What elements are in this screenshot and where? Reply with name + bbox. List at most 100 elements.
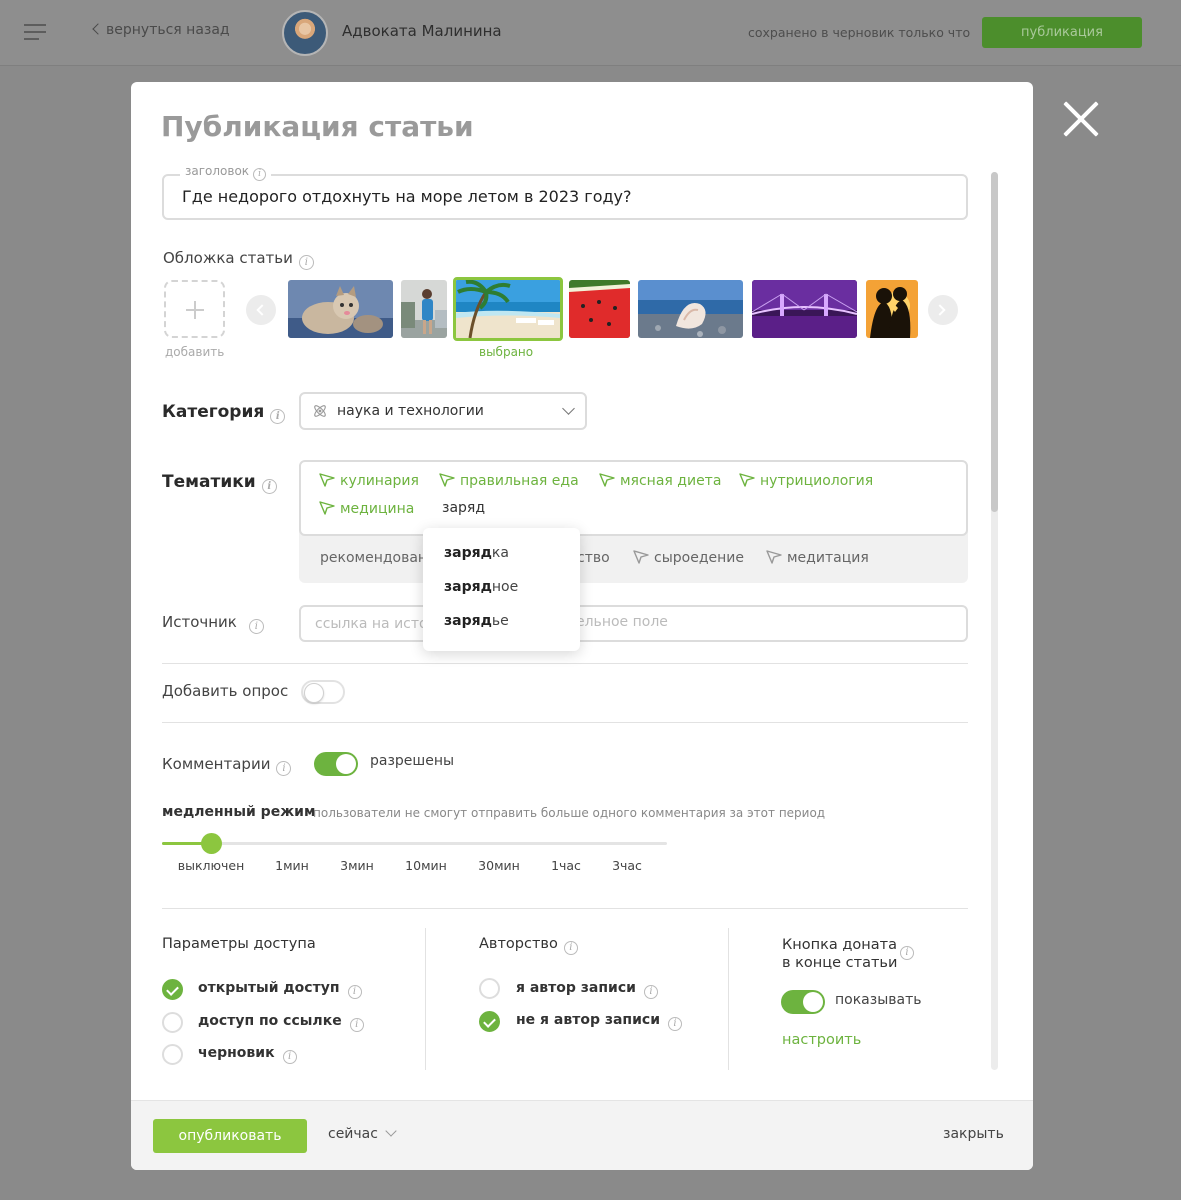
title-field[interactable]: заголовок i bbox=[162, 164, 968, 220]
tag-arrow-icon bbox=[319, 501, 335, 515]
info-icon[interactable]: i bbox=[261, 479, 277, 494]
suggestion-option[interactable]: зарядка bbox=[444, 545, 509, 561]
cover-thumb-cat[interactable] bbox=[288, 280, 393, 338]
back-link[interactable]: вернуться назад bbox=[92, 22, 230, 38]
info-icon[interactable]: i bbox=[643, 985, 658, 999]
info-icon[interactable]: i bbox=[668, 1017, 683, 1031]
topic-tag[interactable]: кулинария bbox=[319, 473, 419, 489]
recommended-topic-label: сыроедение bbox=[654, 550, 744, 566]
info-icon[interactable]: i bbox=[298, 255, 314, 270]
topic-tag[interactable]: мясная диета bbox=[599, 473, 721, 489]
publish-button[interactable]: опубликовать bbox=[153, 1119, 307, 1153]
comments-toggle[interactable] bbox=[314, 752, 358, 776]
topics-text-input[interactable] bbox=[442, 500, 642, 516]
poll-toggle[interactable] bbox=[301, 680, 345, 704]
recommended-topics: рекомендован ство сыроедение медитация bbox=[299, 530, 968, 583]
carousel-prev-button[interactable] bbox=[246, 295, 276, 325]
recommended-topic[interactable]: медитация bbox=[766, 550, 869, 566]
info-icon[interactable]: i bbox=[253, 168, 267, 181]
authorship-option[interactable]: я автор записи i bbox=[516, 980, 658, 999]
donate-state: показывать bbox=[835, 992, 922, 1008]
suggestion-rest: ное bbox=[491, 579, 519, 595]
suggestion-option[interactable]: зарядное bbox=[444, 579, 518, 595]
access-option[interactable]: доступ по ссылке i bbox=[198, 1013, 364, 1032]
slow-mode-option[interactable]: 10мин bbox=[405, 858, 447, 873]
recommended-topic[interactable]: ство bbox=[577, 550, 610, 566]
back-link-label: вернуться назад bbox=[106, 22, 230, 38]
source-label-text: Источник bbox=[162, 613, 237, 631]
recommended-topic[interactable]: сыроедение bbox=[633, 550, 744, 566]
access-radio-link[interactable] bbox=[162, 1012, 183, 1033]
info-icon[interactable]: i bbox=[282, 1050, 297, 1064]
suggestion-rest: ье bbox=[491, 613, 509, 629]
authorship-radio-me[interactable] bbox=[479, 978, 500, 999]
slow-mode-slider[interactable] bbox=[162, 833, 667, 854]
recommended-label: рекомендован bbox=[320, 550, 428, 566]
avatar[interactable] bbox=[282, 10, 328, 56]
access-option[interactable]: черновик i bbox=[198, 1045, 297, 1064]
slider-thumb[interactable] bbox=[201, 833, 222, 854]
slow-mode-option[interactable]: 1мин bbox=[275, 858, 309, 873]
info-icon[interactable]: i bbox=[900, 946, 914, 960]
close-link[interactable]: закрыть bbox=[943, 1126, 1004, 1142]
slow-mode-option[interactable]: 1час bbox=[551, 858, 581, 873]
tag-arrow-icon bbox=[319, 473, 335, 487]
topic-tag[interactable]: медицина bbox=[319, 501, 414, 517]
info-icon[interactable]: i bbox=[563, 941, 578, 955]
cover-thumb-watermelon[interactable] bbox=[569, 280, 630, 338]
tag-arrow-icon bbox=[739, 473, 755, 487]
donate-toggle[interactable] bbox=[781, 990, 825, 1014]
authorship-radio-not-me[interactable] bbox=[479, 1011, 500, 1032]
top-publish-button[interactable]: публикация bbox=[982, 17, 1142, 48]
info-icon[interactable]: i bbox=[276, 761, 292, 776]
slow-mode-option[interactable]: выключен bbox=[178, 858, 245, 873]
category-select[interactable]: наука и технологии bbox=[299, 392, 587, 430]
publish-time-select[interactable]: сейчас bbox=[328, 1125, 397, 1142]
title-input[interactable] bbox=[182, 187, 942, 206]
info-icon[interactable]: i bbox=[347, 985, 362, 999]
access-radio-open[interactable] bbox=[162, 979, 183, 1000]
publish-time-value: сейчас bbox=[328, 1126, 378, 1142]
tag-arrow-icon bbox=[439, 473, 455, 487]
topic-tag-label: правильная еда bbox=[460, 473, 579, 489]
cover-thumb-seashell[interactable] bbox=[638, 280, 743, 338]
menu-icon[interactable] bbox=[24, 24, 46, 42]
slow-mode-option[interactable]: 3мин bbox=[340, 858, 374, 873]
info-icon[interactable]: i bbox=[270, 409, 286, 424]
topic-tag[interactable]: правильная еда bbox=[439, 473, 579, 489]
add-cover-button[interactable] bbox=[164, 280, 225, 338]
carousel-next-button[interactable] bbox=[928, 295, 958, 325]
cover-thumb-couple[interactable] bbox=[866, 280, 918, 338]
access-radio-draft[interactable] bbox=[162, 1044, 183, 1065]
slow-mode-option[interactable]: 3час bbox=[612, 858, 642, 873]
access-option-label: доступ по ссылке bbox=[198, 1013, 342, 1029]
chevron-left-icon bbox=[92, 23, 104, 35]
toggle-knob bbox=[803, 992, 823, 1012]
atom-icon bbox=[314, 405, 326, 417]
divider bbox=[162, 908, 968, 909]
close-modal-icon[interactable] bbox=[1062, 100, 1100, 138]
info-icon[interactable]: i bbox=[349, 1018, 364, 1032]
access-option[interactable]: открытый доступ i bbox=[198, 980, 362, 999]
column-separator bbox=[425, 928, 426, 1070]
scrollbar[interactable] bbox=[991, 172, 998, 1070]
add-cover-label: добавить bbox=[165, 345, 225, 359]
category-value: наука и технологии bbox=[337, 403, 484, 419]
cover-thumb-beach-selected[interactable] bbox=[453, 277, 563, 341]
topic-tag[interactable]: нутрициология bbox=[739, 473, 873, 489]
bridge-image bbox=[752, 280, 857, 338]
author-name[interactable]: Адвоката Малинина bbox=[342, 22, 502, 40]
donate-title-line2: в конце статьи bbox=[782, 955, 898, 971]
donate-setup-link[interactable]: настроить bbox=[782, 1032, 861, 1048]
suggestion-match: заряд bbox=[444, 613, 492, 629]
slow-mode-option[interactable]: 30мин bbox=[478, 858, 520, 873]
scrollbar-thumb[interactable] bbox=[991, 172, 998, 512]
toggle-knob bbox=[336, 754, 356, 774]
cover-thumb-woman[interactable] bbox=[401, 280, 447, 338]
info-icon[interactable]: i bbox=[248, 619, 264, 634]
authorship-option[interactable]: не я автор записи i bbox=[516, 1012, 683, 1031]
suggestion-option[interactable]: зарядье bbox=[444, 613, 509, 629]
category-label-text: Категория bbox=[162, 402, 265, 422]
topics-input-box[interactable]: кулинария правильная еда мясная диета ну… bbox=[299, 460, 968, 536]
cover-thumb-bridge[interactable] bbox=[752, 280, 857, 338]
